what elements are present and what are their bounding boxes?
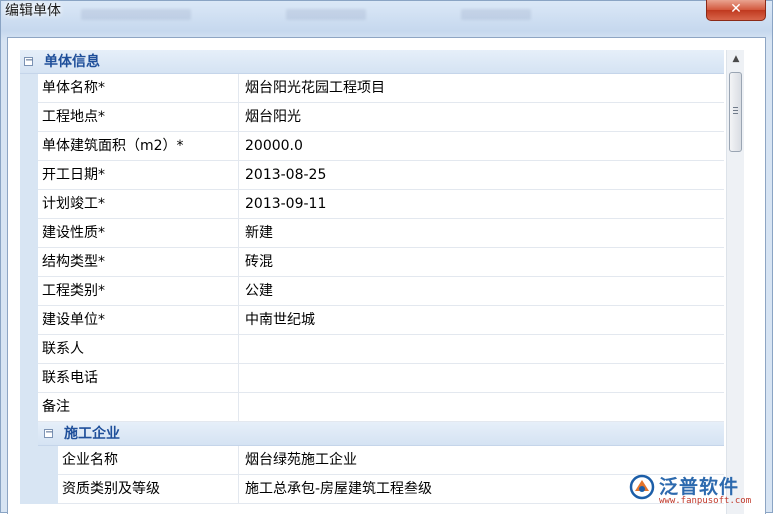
property-value[interactable] xyxy=(239,393,724,422)
row-gutter xyxy=(20,446,58,475)
property-row[interactable]: 开工日期* 2013-08-25 xyxy=(20,161,724,190)
window-title: 编辑单体 xyxy=(5,3,61,19)
property-value[interactable]: 烟台阳光 xyxy=(239,103,724,132)
property-row[interactable]: 工程类别* 公建 xyxy=(20,277,724,306)
grip-line xyxy=(733,110,738,111)
property-row[interactable]: 建设单位* 中南世纪城 xyxy=(20,306,724,335)
property-value[interactable]: 20000.0 xyxy=(239,132,724,161)
property-value[interactable]: 2013-08-25 xyxy=(239,161,724,190)
blurred-background-text xyxy=(286,9,366,20)
property-name: 联系人 xyxy=(38,335,239,364)
watermark-logo: 泛普软件 www.fanpusoft.com xyxy=(629,472,757,508)
property-value[interactable]: 公建 xyxy=(239,277,724,306)
watermark-url: www.fanpusoft.com xyxy=(659,496,752,506)
row-gutter xyxy=(20,132,38,161)
grip-line xyxy=(733,107,738,108)
row-gutter xyxy=(20,364,38,393)
blurred-background-text xyxy=(81,9,191,20)
property-name: 单体建筑面积（m2）* xyxy=(38,132,239,161)
property-value[interactable]: 2013-09-11 xyxy=(239,190,724,219)
scroll-thumb[interactable] xyxy=(729,72,742,152)
property-row[interactable]: 建设性质* 新建 xyxy=(20,219,724,248)
property-name: 结构类型* xyxy=(38,248,239,277)
category-label: 单体信息 xyxy=(44,54,100,70)
row-gutter xyxy=(20,475,58,504)
row-gutter xyxy=(20,393,38,422)
row-gutter xyxy=(20,306,38,335)
property-value[interactable]: 新建 xyxy=(239,219,724,248)
property-value[interactable] xyxy=(239,335,724,364)
property-row[interactable]: 备注 xyxy=(20,393,724,422)
property-row[interactable]: 工程地点* 烟台阳光 xyxy=(20,103,724,132)
row-gutter xyxy=(20,103,38,132)
property-name: 开工日期* xyxy=(38,161,239,190)
property-value[interactable] xyxy=(239,364,724,393)
property-row[interactable]: 计划竣工* 2013-09-11 xyxy=(20,190,724,219)
property-name: 建设单位* xyxy=(38,306,239,335)
property-value[interactable]: 烟台阳光花园工程项目 xyxy=(239,74,724,103)
property-grid: − 单体信息 单体名称* 烟台阳光花园工程项目 工程地点* 烟台阳光 单体建筑面积（m2… xyxy=(20,50,724,504)
row-gutter xyxy=(20,74,38,103)
category-header-construction-company[interactable]: − 施工企业 xyxy=(20,422,724,446)
blurred-background-text xyxy=(461,9,531,20)
row-gutter xyxy=(20,277,38,306)
row-gutter xyxy=(20,248,38,277)
property-value[interactable]: 砖混 xyxy=(239,248,724,277)
property-name: 联系电话 xyxy=(38,364,239,393)
property-name: 建设性质* xyxy=(38,219,239,248)
fanpu-logo-icon xyxy=(629,474,655,500)
property-row[interactable]: 企业名称 烟台绿苑施工企业 xyxy=(20,446,724,475)
property-row[interactable]: 单体建筑面积（m2）* 20000.0 xyxy=(20,132,724,161)
property-row[interactable]: 联系电话 xyxy=(20,364,724,393)
category-header-unit-info[interactable]: − 单体信息 xyxy=(20,50,724,74)
watermark-brand: 泛普软件 xyxy=(659,476,740,498)
property-row[interactable]: 单体名称* 烟台阳光花园工程项目 xyxy=(20,74,724,103)
collapse-icon[interactable]: − xyxy=(24,56,33,66)
row-gutter xyxy=(20,161,38,190)
scroll-up-arrow-icon[interactable]: ▲ xyxy=(728,50,744,68)
property-name: 计划竣工* xyxy=(38,190,239,219)
property-name: 单体名称* xyxy=(38,74,239,103)
row-gutter xyxy=(20,335,38,364)
close-button[interactable]: ✕ xyxy=(706,0,766,21)
vertical-scrollbar[interactable]: ▲ xyxy=(726,50,744,514)
property-row[interactable]: 结构类型* 砖混 xyxy=(20,248,724,277)
property-name: 工程地点* xyxy=(38,103,239,132)
edit-unit-dialog: 编辑单体 ✕ − 单体信息 单体名称* 烟台阳光花园工程项目 工程地点* 烟台阳光 单体… xyxy=(0,0,773,514)
property-name: 企业名称 xyxy=(58,446,239,475)
title-bar[interactable]: 编辑单体 ✕ xyxy=(1,0,772,25)
property-grid-panel: − 单体信息 单体名称* 烟台阳光花园工程项目 工程地点* 烟台阳光 单体建筑面积（m2… xyxy=(7,37,766,514)
property-value[interactable]: 中南世纪城 xyxy=(239,306,724,335)
property-name: 备注 xyxy=(38,393,239,422)
property-name: 资质类别及等级 xyxy=(58,475,239,504)
grip-line xyxy=(733,113,738,114)
property-value[interactable]: 烟台绿苑施工企业 xyxy=(239,446,724,475)
property-name: 工程类别* xyxy=(38,277,239,306)
property-row[interactable]: 联系人 xyxy=(20,335,724,364)
row-gutter xyxy=(20,190,38,219)
category-label: 施工企业 xyxy=(64,426,120,442)
property-row[interactable]: 资质类别及等级 施工总承包-房屋建筑工程叁级 xyxy=(20,475,724,504)
row-gutter xyxy=(20,219,38,248)
collapse-icon[interactable]: − xyxy=(44,428,53,438)
